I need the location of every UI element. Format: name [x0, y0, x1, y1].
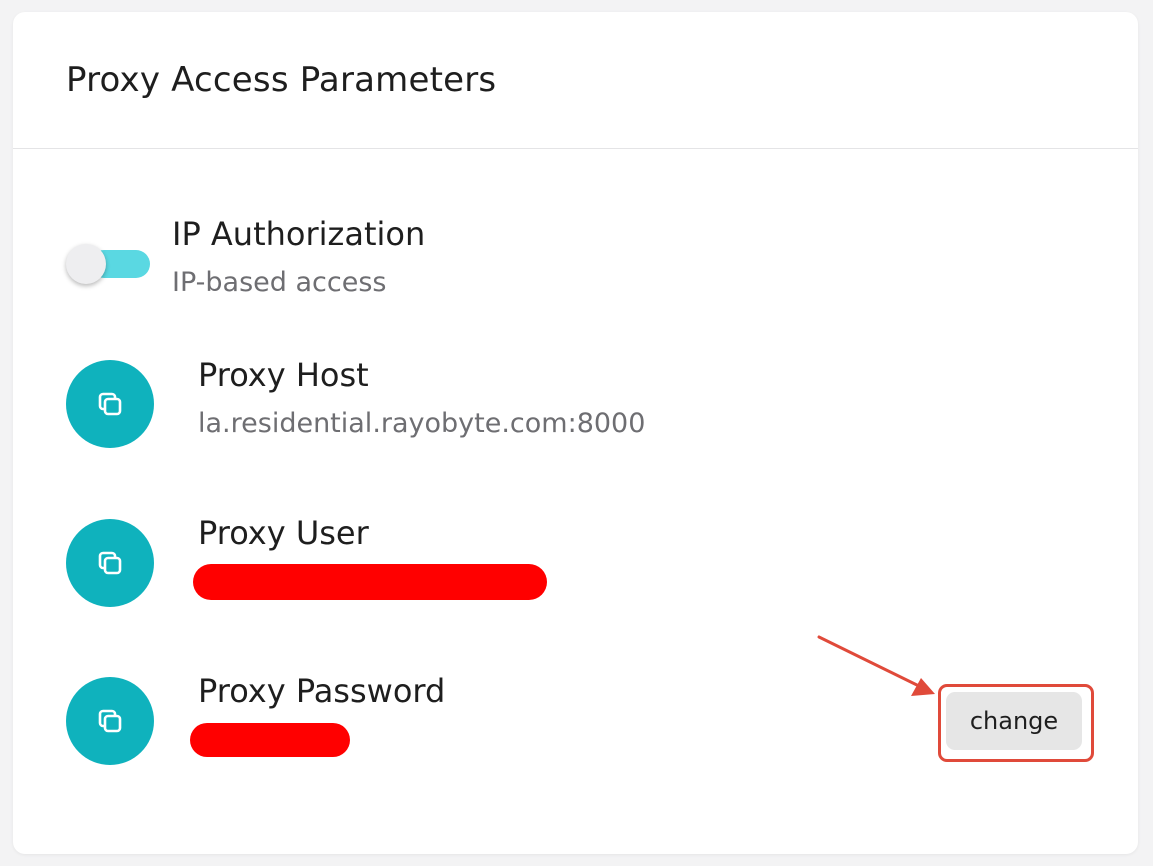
copy-icon — [98, 392, 122, 416]
ip-authorization-title: IP Authorization — [172, 215, 426, 253]
copy-proxy-password-button[interactable] — [66, 677, 154, 765]
change-password-button[interactable]: change — [946, 692, 1082, 750]
proxy-password-label: Proxy Password — [198, 672, 446, 710]
proxy-password-value-redaction — [190, 723, 350, 757]
card-title: Proxy Access Parameters — [66, 60, 497, 100]
ip-authorization-subtitle: IP-based access — [172, 267, 387, 298]
card-header: Proxy Access Parameters — [13, 12, 1138, 149]
copy-icon — [98, 551, 122, 575]
copy-proxy-host-button[interactable] — [66, 360, 154, 448]
proxy-host-label: Proxy Host — [198, 356, 369, 394]
proxy-user-value-redaction — [193, 564, 547, 600]
proxy-access-card: Proxy Access Parameters IP Authorization… — [13, 12, 1138, 854]
proxy-host-value: la.residential.rayobyte.com:8000 — [198, 408, 646, 439]
copy-proxy-user-button[interactable] — [66, 519, 154, 607]
ip-authorization-toggle[interactable] — [66, 244, 152, 284]
toggle-knob — [66, 244, 106, 284]
copy-icon — [98, 709, 122, 733]
proxy-user-label: Proxy User — [198, 514, 369, 552]
